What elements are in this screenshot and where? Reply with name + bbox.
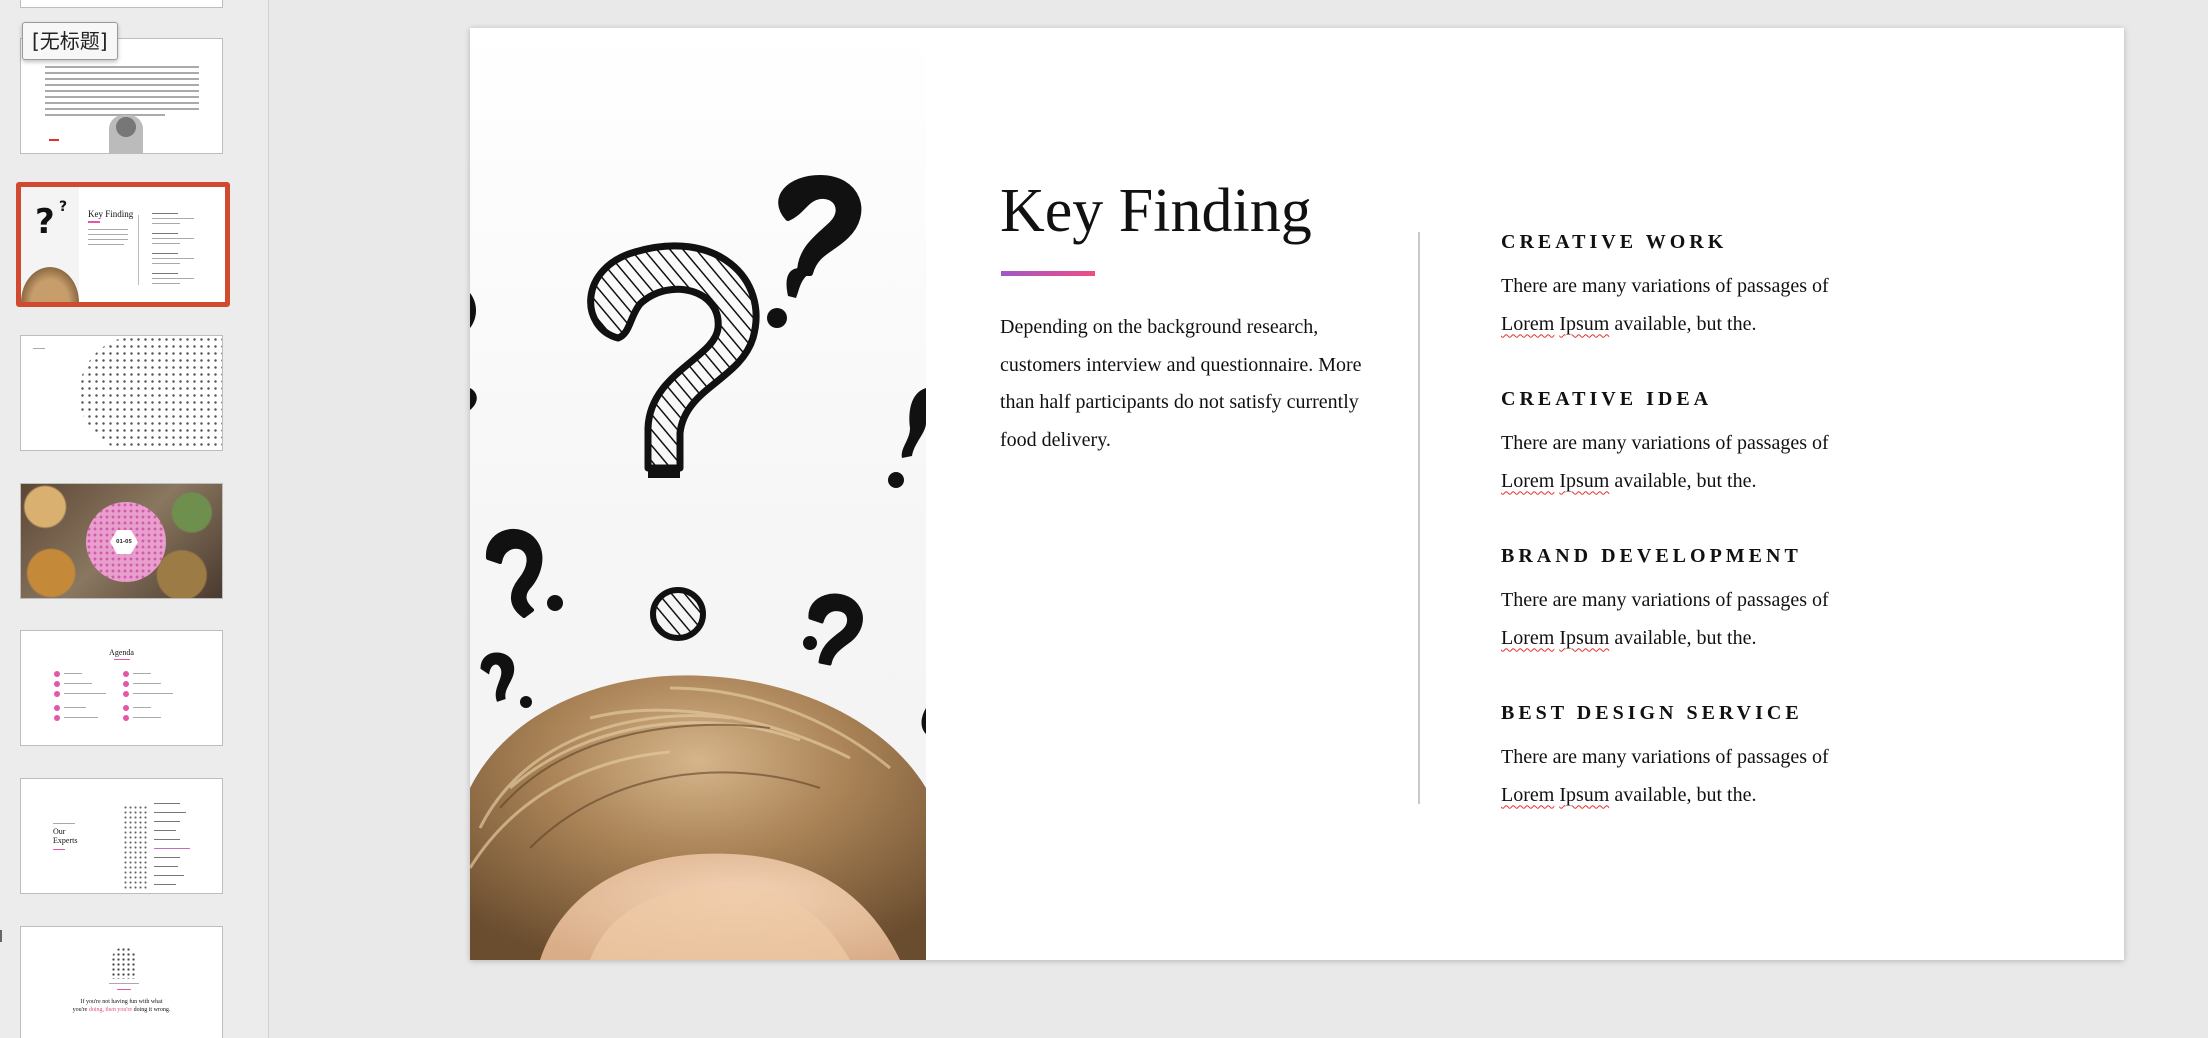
- thumbnail-divider: [138, 215, 139, 285]
- slide-thumbnail-1[interactable]: [20, 0, 223, 8]
- slide-canvas[interactable]: Key Finding Depending on the background …: [470, 28, 2124, 960]
- thumbnail-portrait-image: [109, 115, 143, 153]
- question-marks-head-photo: [470, 28, 926, 960]
- spellcheck-word: Lorem: [1501, 783, 1555, 806]
- finding-heading: BRAND DEVELOPMENT: [1501, 545, 1802, 567]
- finding-item-creative-work[interactable]: CREATIVE WORK There are many variations …: [1501, 232, 1921, 343]
- finding-heading: BEST DESIGN SERVICE: [1501, 702, 1803, 724]
- slide-thumbnail-6[interactable]: Agenda: [20, 630, 223, 746]
- slide-thumbnail-3-selected[interactable]: ? ? Key Finding: [16, 182, 230, 307]
- slide-thumbnail-8[interactable]: If you're not having fun with what you'r…: [20, 926, 223, 1038]
- thumbnail-quote-line2: you're doing, then you're doing it wrong…: [72, 1007, 171, 1013]
- thumbnail-experts-title-2: Experts: [53, 836, 78, 845]
- thumbnail-experts-title-1: Our: [53, 827, 66, 836]
- slide-thumbnail-panel[interactable]: [无标题] ? ? Key Finding 01-05 Agenda Our E…: [0, 0, 269, 1038]
- spellcheck-word: Ipsum: [1559, 312, 1610, 335]
- thumbnail-quote-line1: If you're not having fun with what: [80, 999, 163, 1005]
- vertical-divider: [1418, 232, 1420, 804]
- slide-thumbnail-5[interactable]: 01-05: [20, 483, 223, 599]
- spellcheck-word: Lorem: [1501, 312, 1555, 335]
- finding-item-brand-development[interactable]: BRAND DEVELOPMENT There are many variati…: [1501, 546, 1921, 657]
- title-underline-accent: [1001, 271, 1095, 276]
- thumbnail-accent-line: [49, 139, 59, 141]
- panel-edge-marker: [0, 930, 2, 942]
- finding-item-creative-idea[interactable]: CREATIVE IDEA There are many variations …: [1501, 389, 1921, 500]
- spellcheck-word: Lorem: [1501, 469, 1555, 492]
- thumbnail-title-line: [88, 221, 100, 223]
- slide-title[interactable]: Key Finding: [1000, 180, 1312, 242]
- finding-text: There are many variations of passages of…: [1501, 746, 1829, 806]
- thumbnail-photo: ? ?: [21, 187, 79, 302]
- spellcheck-word: Ipsum: [1559, 469, 1610, 492]
- intro-paragraph[interactable]: Depending on the background research, cu…: [1000, 309, 1370, 459]
- spellcheck-word: Ipsum: [1559, 783, 1610, 806]
- finding-text: There are many variations of passages of…: [1501, 275, 1829, 335]
- thumbnail-title: Key Finding: [88, 209, 134, 219]
- finding-item-best-design-service[interactable]: BEST DESIGN SERVICE There are many varia…: [1501, 703, 1921, 814]
- slide-thumbnail-7[interactable]: Our Experts: [20, 778, 223, 894]
- thumbnail-quote-dots: [111, 947, 137, 979]
- spellcheck-word: Ipsum: [1559, 626, 1610, 649]
- finding-heading: CREATIVE IDEA: [1501, 388, 1713, 410]
- thumbnail-dot-pattern: [79, 336, 222, 450]
- spellcheck-word: Lorem: [1501, 626, 1555, 649]
- finding-text: There are many variations of passages of…: [1501, 589, 1829, 649]
- finding-text: There are many variations of passages of…: [1501, 432, 1829, 492]
- slide-title-tooltip: [无标题]: [22, 22, 118, 60]
- finding-heading: CREATIVE WORK: [1501, 231, 1728, 253]
- thumbnail-experts-dots: [123, 805, 149, 889]
- slide-thumbnail-4[interactable]: [20, 335, 223, 451]
- thumbnail-agenda-title: Agenda: [109, 648, 134, 657]
